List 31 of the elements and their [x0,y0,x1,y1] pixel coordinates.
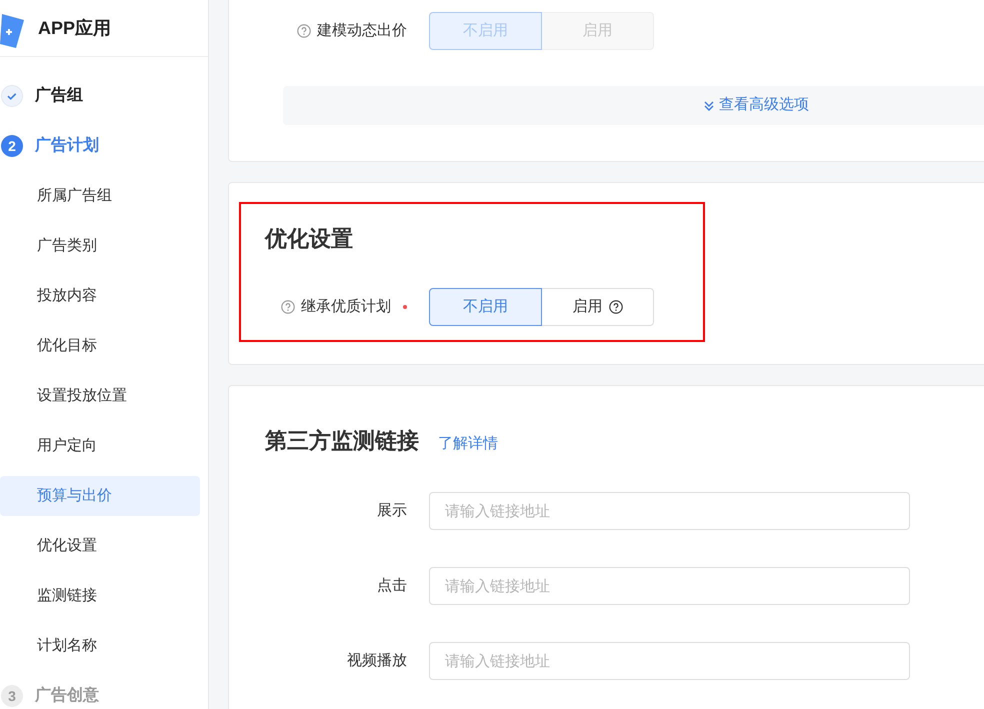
double-chevron-icon [703,100,715,112]
advanced-options-bar[interactable]: 查看高级选项 [283,86,984,125]
sidebar-item[interactable]: 优化目标 [0,326,200,366]
sidebar-item[interactable]: 广告类别 [0,226,200,266]
app-title: APP应用 [38,16,112,40]
learn-more-link[interactable]: 了解详情 [438,433,498,456]
field-label: 点击 [376,576,408,596]
field-label: 继承优质计划 [301,296,391,317]
field-label: 建模动态出价 [317,20,407,41]
field-label: 视频播放 [346,650,408,671]
sidebar-item[interactable]: 所属广告组 [0,176,200,216]
sidebar-item[interactable]: 计划名称 [0,626,200,666]
field-label: 展示 [376,500,408,521]
section-title: 第三方监测链接 [265,427,419,455]
help-icon [281,300,295,314]
step-label[interactable]: 广告组 [35,84,83,108]
step-number: 3 [1,685,23,707]
step-label[interactable]: 广告计划 [35,134,99,158]
section-title: 优化设置 [263,225,354,253]
input-field[interactable]: 请输入链接地址 [429,567,910,605]
input-field[interactable]: 请输入链接地址 [429,492,910,530]
sidebar-item[interactable]: 投放内容 [0,276,200,316]
step-number: 2 [1,135,23,157]
sidebar-item[interactable]: 优化设置 [0,526,200,566]
help-icon [608,300,622,314]
help-icon [297,24,311,38]
toggle-option[interactable]: 启用 [541,288,654,326]
sidebar-item[interactable]: 设置投放位置 [0,376,200,416]
input-field[interactable]: 请输入链接地址 [429,642,910,680]
sidebar-item[interactable]: 监测链接 [0,576,200,616]
sidebar-item[interactable]: 用户定向 [0,426,200,466]
